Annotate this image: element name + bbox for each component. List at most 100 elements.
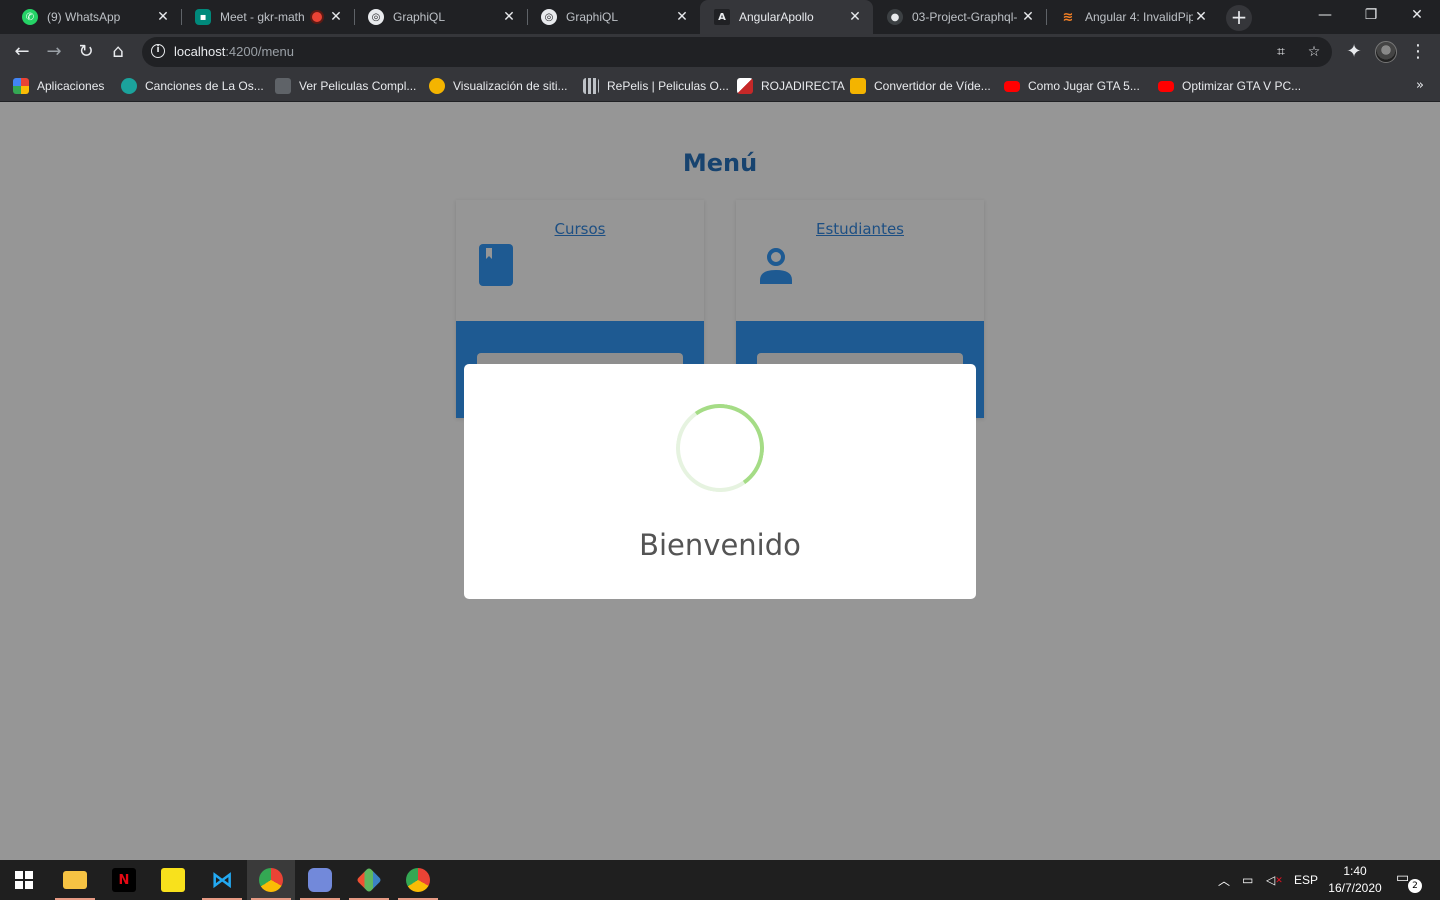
clock-time: 1:40: [1343, 864, 1367, 878]
bookmark-optimizar-gta[interactable]: Optimizar GTA V PC...: [1158, 76, 1301, 96]
youtube-icon: [1004, 80, 1020, 92]
netflix-icon: N: [112, 868, 136, 892]
info-icon[interactable]: i: [151, 44, 165, 58]
globe-icon: ◎: [541, 9, 557, 25]
bookmark-label: Canciones de La Os...: [145, 79, 264, 93]
apps-grid-icon: [13, 78, 29, 94]
estudiantes-link[interactable]: Estudiantes: [736, 220, 984, 238]
bookmark-label: ROJADIRECTA: [761, 79, 845, 93]
sticky-notes-icon: [161, 868, 185, 892]
taskbar-git-kraken[interactable]: [345, 860, 393, 900]
discord-icon: [308, 868, 332, 892]
angular-icon: A: [714, 9, 730, 25]
tab-graphiql-1[interactable]: ◎ GraphiQL ✕: [354, 0, 527, 34]
tab-title: GraphiQL: [566, 10, 619, 24]
github-icon: ●: [887, 9, 903, 25]
volume-muted-icon[interactable]: ◁ ✕: [1266, 860, 1283, 900]
taskbar-chrome-profile[interactable]: [247, 860, 295, 900]
minimize-button[interactable]: —: [1302, 0, 1348, 30]
back-button[interactable]: ←: [8, 38, 36, 66]
forward-button[interactable]: →: [40, 38, 68, 66]
close-icon[interactable]: ✕: [328, 9, 344, 25]
welcome-modal: Bienvenido: [464, 364, 976, 599]
close-icon[interactable]: ✕: [1193, 9, 1209, 25]
chevron-double-right-icon[interactable]: »: [1416, 78, 1424, 93]
globe-icon: ◎: [368, 9, 384, 25]
close-icon[interactable]: ✕: [155, 9, 171, 25]
stackoverflow-icon: ≋: [1062, 9, 1074, 25]
tab-stackoverflow[interactable]: ≋ Angular 4: InvalidPip ✕: [1046, 0, 1219, 34]
network-icon[interactable]: ▭: [1242, 860, 1253, 900]
film-icon: [275, 78, 291, 94]
chevron-up-icon[interactable]: ︿: [1218, 860, 1230, 900]
windows-taskbar: N ⋈ ︿ ▭ ◁ ✕ ESP 1:40 16/7/2020 ▭ 2: [0, 860, 1440, 900]
page-title: Menú: [682, 149, 758, 177]
system-clock[interactable]: 1:40 16/7/2020: [1322, 863, 1388, 897]
tab-title: GraphiQL: [393, 10, 446, 24]
menu-kebab-icon[interactable]: ⋮: [1404, 38, 1432, 66]
bookmarks-bar: Aplicaciones Canciones de La Os... Ver P…: [0, 70, 1440, 102]
language-indicator[interactable]: ESP: [1294, 860, 1318, 900]
meet-icon: ▪: [195, 9, 211, 25]
browser-toolbar: ← → ↻ ⌂ i localhost:4200/menu ⌗ ☆ ✦ ⋮: [0, 34, 1440, 70]
new-tab-button[interactable]: +: [1226, 5, 1252, 31]
tab-meet[interactable]: ▪ Meet - gkr-math ✕: [181, 0, 354, 34]
bookmark-aplicaciones[interactable]: Aplicaciones: [13, 76, 104, 96]
rojadirecta-icon: [737, 78, 753, 94]
restore-button[interactable]: ❐: [1348, 0, 1394, 30]
taskbar-netflix[interactable]: N: [100, 860, 148, 900]
vscode-icon: ⋈: [211, 867, 233, 893]
bookmark-ver-peliculas[interactable]: Ver Peliculas Compl...: [275, 76, 416, 96]
url-text[interactable]: localhost:4200/menu: [174, 44, 294, 59]
bookmark-visualizacion[interactable]: Visualización de siti...: [429, 76, 568, 96]
close-icon[interactable]: ✕: [674, 9, 690, 25]
bookmark-label: Como Jugar GTA 5...: [1028, 79, 1140, 93]
recording-icon: [312, 12, 322, 22]
git-icon: [356, 867, 382, 893]
extensions-puzzle-icon[interactable]: ✦: [1340, 38, 1368, 66]
windows-start-button[interactable]: [0, 860, 48, 900]
url-path: :4200/menu: [225, 44, 294, 59]
bookmark-label: Ver Peliculas Compl...: [299, 79, 417, 93]
user-icon: [760, 248, 792, 284]
tab-title: Meet - gkr-math: [220, 10, 305, 24]
taskbar-vscode[interactable]: ⋈: [198, 860, 246, 900]
taskbar-discord[interactable]: [296, 860, 344, 900]
tab-angularapollo[interactable]: A AngularApollo ✕: [700, 0, 873, 34]
tab-title: 03-Project-Graphql-: [912, 10, 1018, 24]
bookmark-canciones[interactable]: Canciones de La Os...: [121, 76, 264, 96]
notification-center-icon[interactable]: ▭ 2: [1396, 870, 1422, 893]
cursos-link[interactable]: Cursos: [456, 220, 704, 238]
bookmark-convertidor[interactable]: Convertidor de Víde...: [850, 76, 991, 96]
close-icon[interactable]: ✕: [501, 9, 517, 25]
tab-whatsapp[interactable]: ✆ (9) WhatsApp ✕: [8, 0, 181, 34]
folder-icon: [63, 871, 87, 889]
youtube-icon: [1158, 80, 1174, 92]
camera-icon: [850, 78, 866, 94]
bookmark-label: Optimizar GTA V PC...: [1182, 79, 1302, 93]
reload-button[interactable]: ↻: [72, 38, 100, 66]
tab-title: AngularApollo: [739, 10, 814, 24]
url-host: localhost: [174, 44, 226, 59]
home-button[interactable]: ⌂: [104, 38, 132, 66]
book-icon: [479, 244, 513, 286]
bookmark-repelis[interactable]: RePelis | Peliculas O...: [583, 76, 729, 96]
taskbar-file-explorer[interactable]: [51, 860, 99, 900]
close-icon[interactable]: ✕: [1020, 9, 1036, 25]
close-window-button[interactable]: ✕: [1394, 0, 1440, 30]
film-strip-icon: [583, 78, 599, 94]
notification-badge: 2: [1408, 879, 1422, 893]
bookmark-rojadirecta[interactable]: ROJADIRECTA: [737, 76, 845, 96]
loading-spinner: [669, 397, 771, 499]
tab-github-project[interactable]: ● 03-Project-Graphql- ✕: [873, 0, 1046, 34]
address-bar[interactable]: i localhost:4200/menu ⌗ ☆: [142, 37, 1332, 67]
taskbar-sticky-notes[interactable]: [149, 860, 197, 900]
tab-graphiql-2[interactable]: ◎ GraphiQL ✕: [527, 0, 700, 34]
translate-icon[interactable]: ⌗: [1272, 43, 1290, 61]
bookmark-gta5[interactable]: Como Jugar GTA 5...: [1004, 76, 1140, 96]
star-icon[interactable]: ☆: [1305, 43, 1323, 61]
close-icon[interactable]: ✕: [847, 9, 863, 25]
bookmark-label: RePelis | Peliculas O...: [607, 79, 729, 93]
profile-avatar[interactable]: [1375, 41, 1397, 63]
taskbar-chrome[interactable]: [394, 860, 442, 900]
